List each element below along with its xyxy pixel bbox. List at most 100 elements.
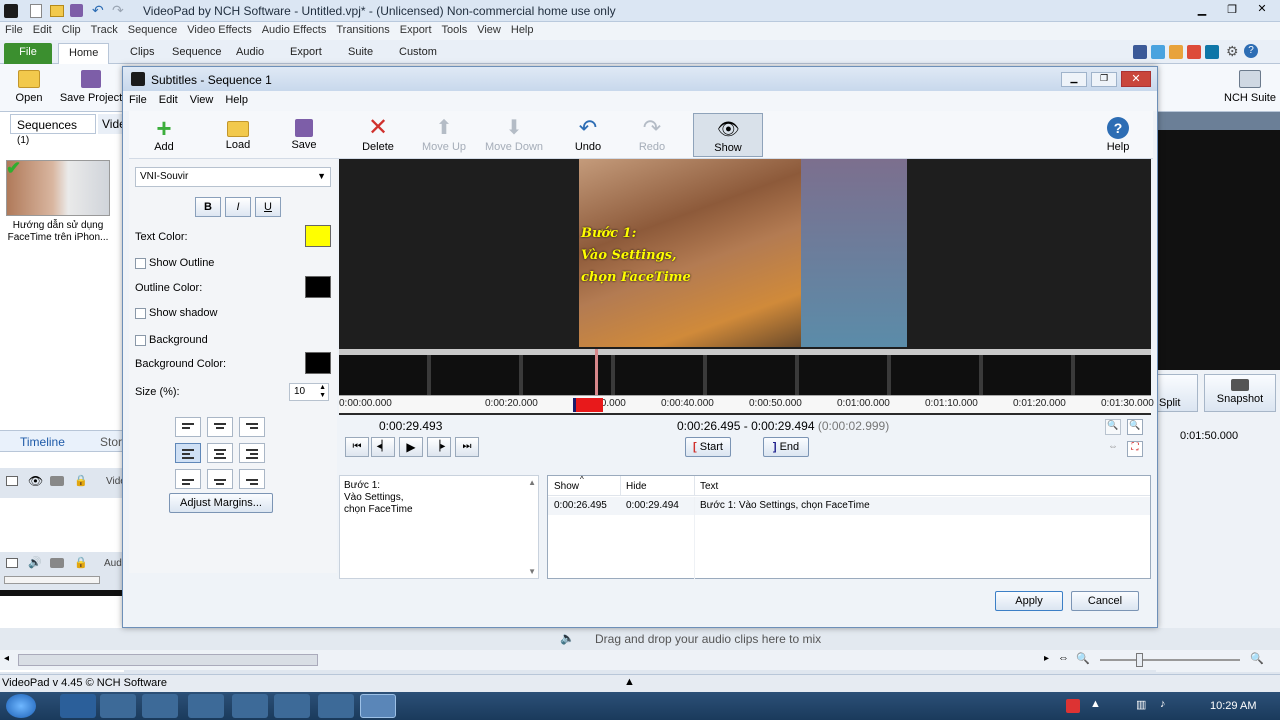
sequences-tab[interactable]: Sequences (1) [10,114,96,146]
maximize-button[interactable]: ❐ [1220,3,1244,18]
show-shadow-checkbox[interactable]: Show shadow [135,307,218,319]
fit-selection-icon[interactable]: ⛶ [1127,441,1143,457]
align-bottom-left[interactable] [175,469,201,489]
subtitle-text-value[interactable]: Bước 1: Vào Settings, chọn FaceTime [344,480,524,516]
spinner-arrows-icon[interactable]: ▲ ▼ [319,384,326,400]
menu-transitions[interactable]: Transitions [331,22,394,38]
apply-button[interactable]: Apply [995,591,1063,611]
menu-audio-effects[interactable]: Audio Effects [257,22,332,38]
menu-help[interactable]: Help [506,22,539,38]
tab-audio[interactable]: Audio [226,43,274,64]
linkedin-icon[interactable] [1205,45,1219,59]
align-top-left[interactable] [175,417,201,437]
google-icon[interactable] [1187,45,1201,59]
chrome-icon[interactable] [142,694,178,718]
track-toggle-icon[interactable] [6,558,18,568]
tray-clock[interactable]: 10:29 AM [1210,700,1256,712]
set-end-button[interactable]: ] End [763,437,809,457]
tab-suite[interactable]: Suite [338,43,383,64]
tab-custom[interactable]: Custom [389,43,447,64]
subtitle-text-editor[interactable]: Bước 1: Vào Settings, chọn FaceTime ▲ ▼ [339,475,539,579]
zoom-in-icon[interactable]: 🔍 [1250,652,1264,665]
dialog-menu-edit[interactable]: Edit [153,91,184,109]
effects-icon[interactable] [50,558,64,568]
move-down-button[interactable]: ⬇ Move Down [479,113,549,157]
font-select[interactable]: VNI-Souvir ▼ [135,167,331,187]
quick-open-icon[interactable] [50,5,64,17]
show-shadow-check[interactable] [135,307,146,319]
underline-button[interactable]: U [255,197,281,217]
tab-sequence[interactable]: Sequence [162,43,232,64]
nch-suite-button[interactable]: NCH Suite [1222,68,1278,108]
redo-button[interactable]: ↷ Redo [617,113,687,157]
tab-file[interactable]: File [4,43,52,64]
scroll-thumb[interactable] [18,654,318,666]
tab-export[interactable]: Export [280,43,332,64]
clip-thumbnail[interactable] [6,160,110,216]
menu-tools[interactable]: Tools [437,22,473,38]
header-hide[interactable]: Hide [626,481,647,492]
fit-width-icon[interactable]: ⇔ [1105,441,1121,457]
storyboard-tab-label[interactable]: Stor [100,435,122,449]
italic-button[interactable]: I [225,197,251,217]
menu-sequence[interactable]: Sequence [123,22,183,38]
skip-end-button[interactable]: ⏭ [455,437,479,457]
step-back-button[interactable]: ◂▏ [371,437,395,457]
settings-icon[interactable]: ⚙ [1226,43,1239,60]
quick-undo-icon[interactable]: ↶ [92,2,104,19]
timeline-scrollbar[interactable]: ◂ ▸ ⇔ 🔍 🔍 [0,650,1280,670]
audio-drop-zone[interactable]: 🔈 Drag and drop your audio clips here to… [0,628,1280,650]
background-color-swatch[interactable] [305,352,331,374]
twitter-icon[interactable] [1151,45,1165,59]
eye-icon[interactable]: 👁 [28,474,43,488]
tab-clips[interactable]: Clips [120,43,164,64]
chrome-alt-icon[interactable] [232,694,268,718]
open-button[interactable]: Open [8,68,50,108]
show-outline-checkbox[interactable]: Show Outline [135,257,214,269]
menu-clip[interactable]: Clip [57,22,86,38]
dialog-menu-help[interactable]: Help [219,91,254,109]
audio-volume-slider[interactable] [4,576,100,584]
play-button[interactable]: ▶ [399,437,423,457]
align-bottom-right[interactable] [239,469,265,489]
help-button[interactable]: ? Help [1083,113,1153,157]
zoom-slider[interactable] [1100,659,1240,661]
background-checkbox[interactable]: Background [135,334,208,346]
tray-v-icon[interactable] [1066,699,1080,713]
save-project-button[interactable]: Save Project [58,68,124,108]
zoom-thumb[interactable] [1136,653,1143,667]
menu-video-effects[interactable]: Video Effects [182,22,256,38]
menu-export[interactable]: Export [395,22,437,38]
add-button[interactable]: + Add [129,113,199,157]
align-middle-left[interactable] [175,443,201,463]
header-show[interactable]: Show [554,481,579,492]
dialog-menu-file[interactable]: File [123,91,153,109]
zoom-out-icon[interactable]: 🔍 [1105,419,1121,435]
text-color-swatch[interactable] [305,225,331,247]
effects-icon[interactable] [50,476,64,486]
step-forward-button[interactable]: ▕▸ [427,437,451,457]
align-middle-right[interactable] [239,443,265,463]
viber-icon[interactable] [188,694,224,718]
undo-button[interactable]: ↶ Undo [553,113,623,157]
time-ruler[interactable]: 0:00:00.000 0:00:20.000 0:00:30.000 0:00… [339,395,1154,413]
cancel-button[interactable]: Cancel [1071,591,1139,611]
tray-network-icon[interactable]: ▥ [1136,698,1146,711]
show-button[interactable]: 👁 Show [693,113,763,157]
dialog-maximize-button[interactable]: ❐ [1091,72,1117,87]
menu-view[interactable]: View [472,22,506,38]
adjust-margins-button[interactable]: Adjust Margins... [169,493,273,513]
set-start-button[interactable]: [ Start [685,437,731,457]
track-toggle-icon[interactable] [6,476,18,486]
tab-home[interactable]: Home [58,43,110,64]
dialog-minimize-button[interactable]: ▁ [1061,72,1087,87]
close-button[interactable]: ✕ [1248,2,1276,18]
share-icon[interactable] [1169,45,1183,59]
collapse-icon[interactable]: ▲ [624,676,635,688]
camtasia-icon[interactable] [274,694,310,718]
move-up-button[interactable]: ⬆ Move Up [409,113,479,157]
align-top-right[interactable] [239,417,265,437]
header-text[interactable]: Text [700,481,718,492]
dialog-close-button[interactable]: ✕ [1121,71,1151,87]
scroll-right-icon[interactable]: ▸ [1044,653,1049,664]
